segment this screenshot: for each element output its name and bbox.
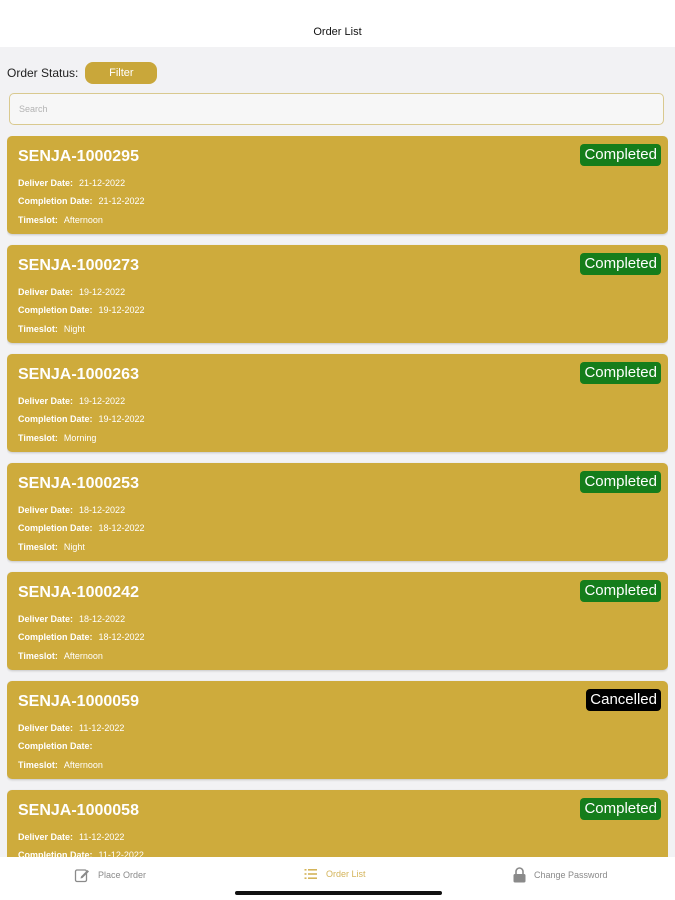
completion-date-label: Completion Date: <box>18 414 93 424</box>
order-card[interactable]: SENJA-1000253 Completed Deliver Date: 18-… <box>7 463 668 561</box>
timeslot-value: Afternoon <box>63 760 103 770</box>
lock-icon <box>513 867 526 883</box>
tab-order-list[interactable]: Order List <box>304 867 366 881</box>
order-id: SENJA-1000253 <box>18 475 139 492</box>
order-status-filter: Order Status: Filter <box>7 62 158 84</box>
timeslot-row: Timeslot: Afternoon <box>18 651 103 661</box>
order-id: SENJA-1000242 <box>18 584 139 601</box>
completion-date-value: 19-12-2022 <box>98 305 145 315</box>
deliver-date-value: 21-12-2022 <box>79 178 126 188</box>
timeslot-label: Timeslot: <box>18 760 58 770</box>
tab-label: Order List <box>326 869 366 879</box>
completion-date-value: 21-12-2022 <box>98 196 145 206</box>
completion-date-label: Completion Date: <box>18 196 93 206</box>
timeslot-value: Afternoon <box>63 215 103 225</box>
order-card[interactable]: SENJA-1000273 Completed Deliver Date: 19-… <box>7 245 668 343</box>
status-badge: Completed <box>580 362 661 384</box>
deliver-date-row: Deliver Date: 18-12-2022 <box>18 614 125 624</box>
order-id: SENJA-1000295 <box>18 148 139 165</box>
timeslot-value: Night <box>63 542 85 552</box>
completion-date-label: Completion Date: <box>18 741 93 751</box>
completion-date-label: Completion Date: <box>18 305 93 315</box>
deliver-date-label: Deliver Date: <box>18 287 74 297</box>
status-badge: Cancelled <box>586 689 661 711</box>
search-input[interactable] <box>10 94 663 124</box>
deliver-date-value: 11-12-2022 <box>79 723 125 733</box>
status-badge: Completed <box>580 580 661 602</box>
deliver-date-value: 18-12-2022 <box>79 505 126 515</box>
completion-date-value: 11-12-2022 <box>98 850 144 857</box>
timeslot-row: Timeslot: Afternoon <box>18 215 103 225</box>
completion-date-label: Completion Date: <box>18 850 93 857</box>
completion-date-row: Completion Date: 21-12-2022 <box>18 196 145 206</box>
timeslot-label: Timeslot: <box>18 542 58 552</box>
deliver-date-row: Deliver Date: 18-12-2022 <box>18 505 125 515</box>
deliver-date-row: Deliver Date: 11-12-2022 <box>18 723 124 733</box>
timeslot-label: Timeslot: <box>18 324 58 334</box>
completion-date-label: Completion Date: <box>18 523 93 533</box>
deliver-date-row: Deliver Date: 19-12-2022 <box>18 287 125 297</box>
order-status-label: Order Status: <box>7 66 79 80</box>
page-title: Order List <box>313 26 362 38</box>
completion-date-row: Completion Date: 19-12-2022 <box>18 305 145 315</box>
completion-date-row: Completion Date: <box>18 741 99 751</box>
deliver-date-value: 19-12-2022 <box>79 396 126 406</box>
search-bar[interactable] <box>9 93 664 125</box>
timeslot-value: Night <box>63 324 85 334</box>
deliver-date-label: Deliver Date: <box>18 614 74 624</box>
deliver-date-value: 19-12-2022 <box>79 287 126 297</box>
status-badge: Completed <box>580 471 661 493</box>
order-card[interactable]: SENJA-1000059 Cancelled Deliver Date: 11-… <box>7 681 668 779</box>
timeslot-row: Timeslot: Night <box>18 542 85 552</box>
tab-place-order[interactable]: Place Order <box>74 867 146 883</box>
deliver-date-value: 18-12-2022 <box>79 614 126 624</box>
edit-icon <box>74 869 89 883</box>
timeslot-value: Morning <box>63 433 97 443</box>
deliver-date-label: Deliver Date: <box>18 832 74 842</box>
completion-date-row: Completion Date: 18-12-2022 <box>18 523 145 533</box>
navigation-bar: Order List <box>0 0 675 47</box>
tab-label: Place Order <box>98 870 147 880</box>
timeslot-label: Timeslot: <box>18 651 58 661</box>
completion-date-label: Completion Date: <box>18 632 93 642</box>
completion-date-row: Completion Date: 11-12-2022 <box>18 850 144 857</box>
deliver-date-label: Deliver Date: <box>18 723 74 733</box>
status-badge: Completed <box>580 253 661 275</box>
deliver-date-label: Deliver Date: <box>18 396 74 406</box>
completion-date-row: Completion Date: 18-12-2022 <box>18 632 145 642</box>
deliver-date-value: 11-12-2022 <box>79 832 125 842</box>
timeslot-row: Timeslot: Afternoon <box>18 760 103 770</box>
list-icon <box>304 869 317 879</box>
completion-date-value: 19-12-2022 <box>98 414 145 424</box>
tab-label: Change Password <box>534 870 608 880</box>
order-card[interactable]: SENJA-1000242 Completed Deliver Date: 18-… <box>7 572 668 670</box>
order-list[interactable]: SENJA-1000295 Completed Deliver Date: 21-… <box>7 136 668 857</box>
filter-button[interactable]: Filter <box>85 62 158 84</box>
status-badge: Completed <box>580 144 661 166</box>
order-id: SENJA-1000058 <box>18 802 139 819</box>
status-badge: Completed <box>580 798 661 820</box>
deliver-date-row: Deliver Date: 21-12-2022 <box>18 178 125 188</box>
completion-date-value: 18-12-2022 <box>98 632 145 642</box>
order-card[interactable]: SENJA-1000263 Completed Deliver Date: 19-… <box>7 354 668 452</box>
timeslot-label: Timeslot: <box>18 433 58 443</box>
completion-date-value: 18-12-2022 <box>98 523 145 533</box>
order-id: SENJA-1000273 <box>18 257 139 274</box>
deliver-date-label: Deliver Date: <box>18 505 74 515</box>
deliver-date-row: Deliver Date: 19-12-2022 <box>18 396 125 406</box>
completion-date-row: Completion Date: 19-12-2022 <box>18 414 145 424</box>
tab-change-password[interactable]: Change Password <box>513 867 608 883</box>
deliver-date-label: Deliver Date: <box>18 178 74 188</box>
timeslot-row: Timeslot: Morning <box>18 433 96 443</box>
home-indicator <box>235 891 442 895</box>
timeslot-row: Timeslot: Night <box>18 324 85 334</box>
order-card[interactable]: SENJA-1000295 Completed Deliver Date: 21-… <box>7 136 668 234</box>
timeslot-label: Timeslot: <box>18 215 58 225</box>
order-id: SENJA-1000059 <box>18 693 139 710</box>
timeslot-value: Afternoon <box>63 651 103 661</box>
order-id: SENJA-1000263 <box>18 366 139 383</box>
deliver-date-row: Deliver Date: 11-12-2022 <box>18 832 124 842</box>
order-card[interactable]: SENJA-1000058 Completed Deliver Date: 11-… <box>7 790 668 857</box>
